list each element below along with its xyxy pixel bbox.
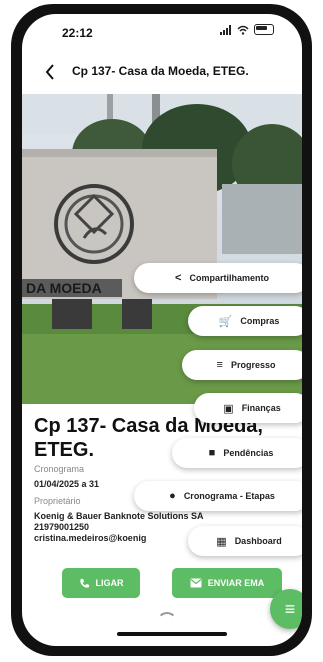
clock-icon: ● — [169, 490, 176, 502]
email-button[interactable]: ENVIAR EMA — [172, 568, 282, 598]
page-title: Cp 137- Casa da Moeda, ETEG. — [72, 64, 249, 78]
money-icon: ▣ — [223, 402, 234, 415]
menu-item-label: Finanças — [241, 403, 281, 413]
menu-item-label: Pendências — [223, 448, 274, 458]
share-icon: < — [175, 272, 182, 284]
home-indicator — [117, 632, 227, 636]
schedule-value: 01/04/2025 a 31 — [34, 479, 100, 489]
menu-item-schedule-stages[interactable]: ● Cronograma - Etapas — [134, 481, 302, 511]
owner-phone: 21979001250 — [34, 522, 90, 532]
status-time: 22:12 — [62, 26, 93, 40]
mail-icon — [190, 578, 202, 588]
back-button[interactable] — [38, 58, 62, 86]
cart-icon: 🛒 — [218, 315, 233, 328]
menu-fab-button[interactable]: ≡ — [270, 589, 302, 629]
owner-label: Proprietário — [34, 496, 81, 506]
schedule-label: Cronograma — [34, 464, 85, 474]
menu-icon: ≡ — [284, 598, 296, 619]
owner-name: Koenig & Bauer Banknote Solutions SA — [34, 511, 204, 521]
dashboard-icon: ▦ — [216, 535, 227, 548]
signal-icon — [220, 24, 232, 35]
loading-spinner — [157, 612, 177, 632]
menu-item-label: Compras — [240, 316, 280, 326]
app-header: Cp 137- Casa da Moeda, ETEG. — [22, 54, 302, 90]
email-button-label: ENVIAR EMA — [207, 578, 265, 588]
menu-item-dashboard[interactable]: ▦ Dashboard — [188, 526, 302, 556]
sign-text: DA MOEDA — [26, 280, 102, 296]
status-icons — [220, 24, 274, 35]
wifi-icon — [237, 25, 249, 35]
progress-icon: ≡ — [216, 359, 223, 371]
document-icon: ■ — [208, 447, 216, 459]
app-screen: 22:12 Cp 137- Casa da Moeda, ETEG. DA MO… — [22, 14, 302, 646]
chevron-left-icon — [45, 64, 54, 80]
phone-icon — [79, 578, 89, 588]
menu-item-label: Cronograma - Etapas — [183, 491, 275, 501]
menu-item-label: Compartilhamento — [189, 273, 269, 283]
menu-item-label: Progresso — [230, 360, 276, 370]
menu-item-finance[interactable]: ▣ Finanças — [194, 393, 302, 423]
status-bar: 22:12 — [22, 14, 302, 54]
menu-item-label: Dashboard — [234, 536, 282, 546]
menu-item-pending[interactable]: ■ Pendências — [172, 438, 302, 468]
call-button-label: LIGAR — [95, 578, 124, 588]
menu-item-sharing[interactable]: < Compartilhamento — [134, 263, 302, 293]
call-button[interactable]: LIGAR — [62, 568, 140, 598]
menu-item-purchases[interactable]: 🛒 Compras — [188, 306, 302, 336]
owner-email: cristina.medeiros@koenig — [34, 533, 147, 543]
battery-icon — [254, 24, 274, 35]
menu-item-progress[interactable]: ≡ Progresso — [182, 350, 302, 380]
